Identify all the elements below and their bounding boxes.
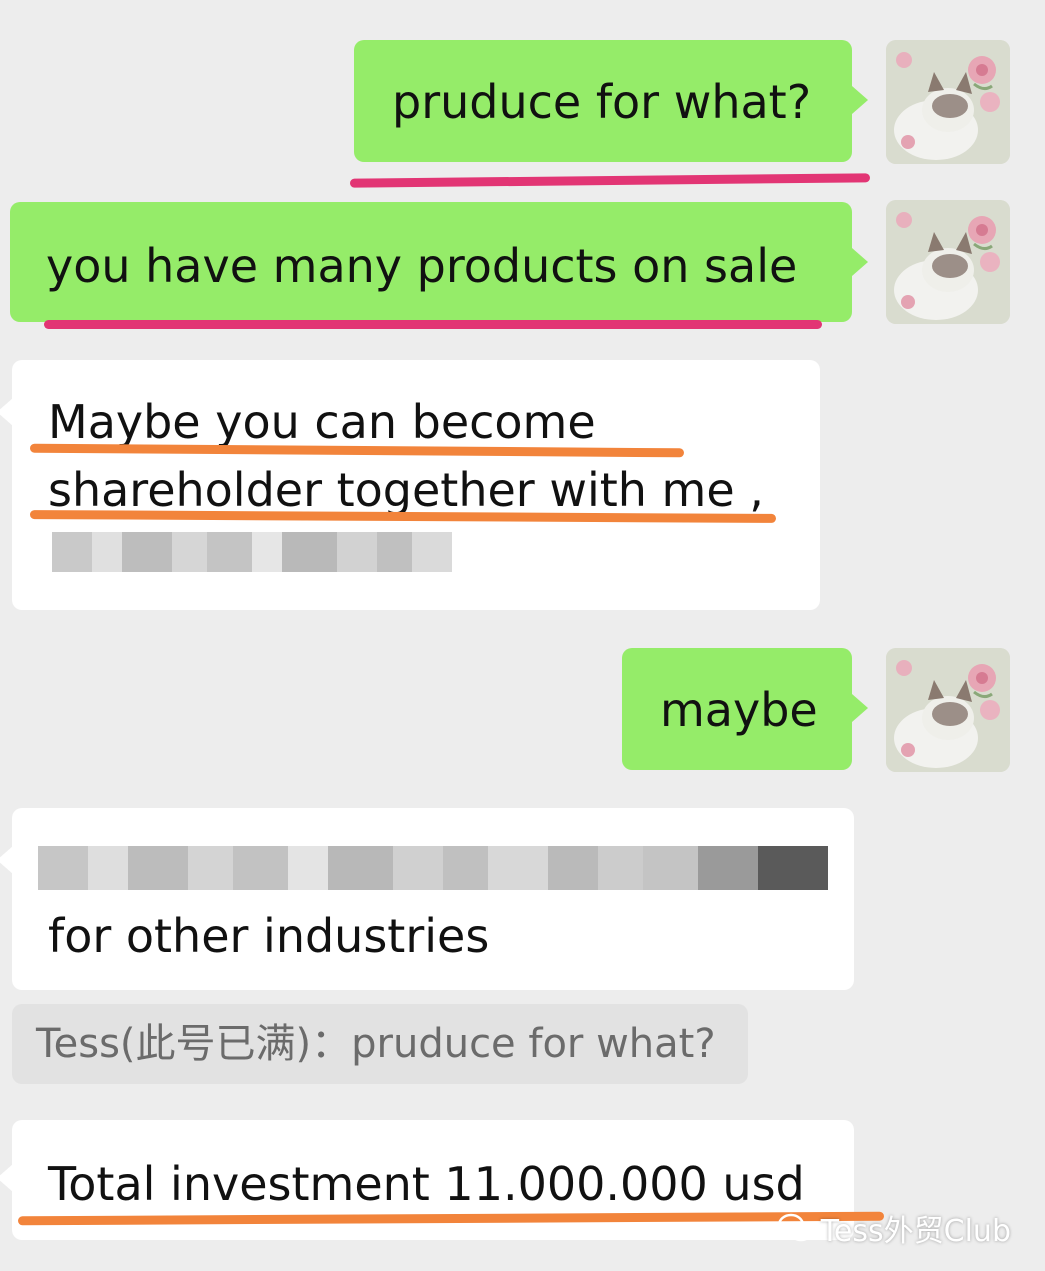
bubble-tail xyxy=(0,846,13,874)
message-text: pruduce for what? xyxy=(392,75,812,129)
outgoing-message-bubble[interactable]: you have many products on sale xyxy=(10,202,852,322)
message-text: you have many products on sale xyxy=(46,239,798,293)
bubble-tail xyxy=(852,248,868,276)
bubble-tail xyxy=(0,398,13,426)
incoming-message-bubble[interactable]: for other industries xyxy=(12,808,854,990)
message-text: maybe xyxy=(660,683,818,737)
highlight-underline xyxy=(349,173,871,188)
cat-icon xyxy=(886,40,1010,164)
bubble-tail xyxy=(0,1164,13,1192)
cat-with-peony-avatar[interactable] xyxy=(886,648,1010,772)
message-text: for other industries xyxy=(48,909,490,963)
cat-icon xyxy=(886,200,1010,324)
cat-with-peony-avatar[interactable] xyxy=(886,200,1010,324)
blurred-text xyxy=(38,846,828,890)
incoming-message-bubble[interactable]: Maybe you can become shareholder togethe… xyxy=(12,360,820,610)
cat-with-peony-avatar[interactable] xyxy=(886,40,1010,164)
blurred-text xyxy=(52,532,452,572)
watermark-text: Tess外贸Club xyxy=(820,1214,1011,1249)
quoted-message-text: Tess(此号已满)：pruduce for what? xyxy=(36,1021,716,1067)
outgoing-message-bubble[interactable]: maybe xyxy=(622,648,852,770)
cat-icon xyxy=(886,648,1010,772)
highlight-underline xyxy=(44,320,822,329)
watermark: Tess外贸Club xyxy=(777,1206,1011,1250)
bubble-tail xyxy=(852,694,868,722)
outgoing-message-bubble[interactable]: pruduce for what? xyxy=(354,40,852,162)
bubble-tail xyxy=(852,86,868,114)
quoted-message[interactable]: Tess(此号已满)：pruduce for what? xyxy=(12,1004,748,1084)
message-text: Total investment 11.000.000 usd xyxy=(48,1157,805,1211)
wechat-icon xyxy=(777,1213,812,1242)
